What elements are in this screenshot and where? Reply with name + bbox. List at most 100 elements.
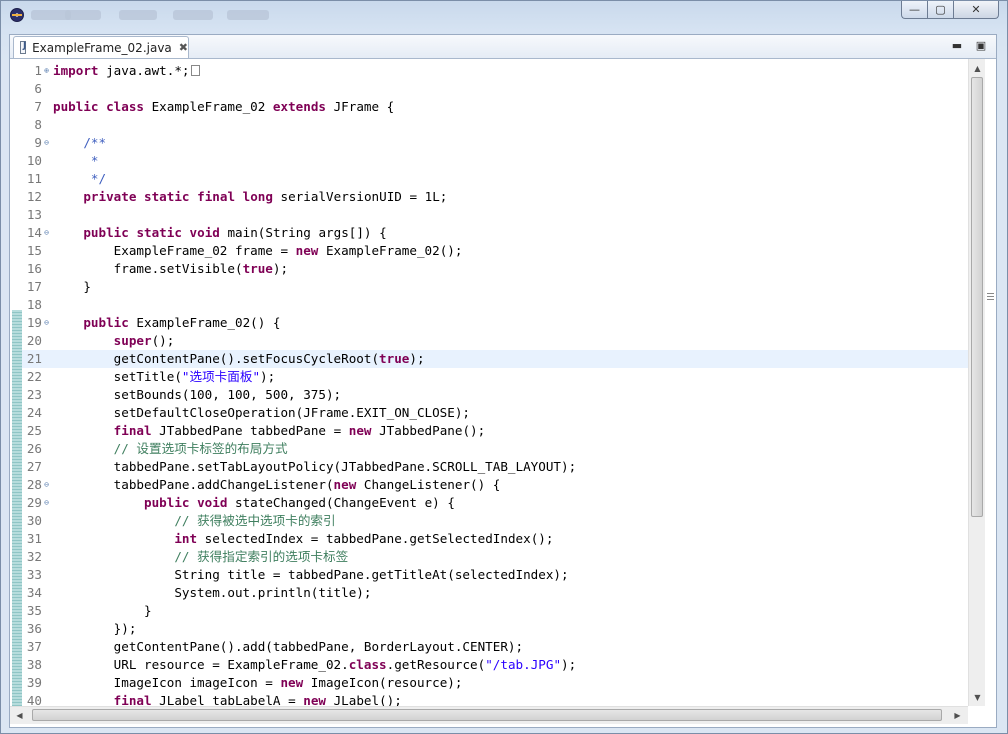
code-text: * — [90, 153, 99, 168]
code-line[interactable]: 31 int selectedIndex = tabbedPane.getSel… — [22, 530, 968, 548]
code-line[interactable]: 29 ⊖ public void stateChanged(ChangeEvent… — [22, 494, 968, 512]
scroll-up-icon[interactable]: ▲ — [970, 61, 985, 75]
current-code-line[interactable]: 21 getContentPane().setFocusCycleRoot(tr… — [22, 350, 968, 368]
code-text-area[interactable]: 1 ⊕ import java.awt.*; 6 7 public class Examp… — [10, 59, 968, 706]
code-line[interactable]: 25 final JTabbedPane tabbedPane = new JT… — [22, 422, 968, 440]
collapse-fold-icon[interactable]: ⊖ — [42, 138, 51, 147]
maximize-pane-icon[interactable]: ▣ — [974, 38, 988, 52]
code-line[interactable]: 36 }); — [22, 620, 968, 638]
line-number: 34 — [26, 585, 42, 600]
code-line[interactable]: 20 super(); — [22, 332, 968, 350]
code-line[interactable]: 10 * — [22, 152, 968, 170]
line-number: 23 — [26, 387, 42, 402]
line-number: 11 — [26, 171, 42, 186]
maximize-icon: ▢ — [935, 3, 946, 16]
vertical-scrollbar[interactable]: ▲ ▼ — [968, 59, 986, 706]
code-text: import java.awt.*; — [53, 62, 200, 80]
title-bar[interactable]: — ▢ ✕ — [1, 1, 1007, 27]
code-text: ImageIcon imageIcon = new ImageIcon(reso… — [53, 675, 463, 690]
java-file-icon — [20, 41, 26, 54]
window-controls: — ▢ ✕ — [901, 1, 999, 21]
collapse-fold-icon[interactable]: ⊖ — [42, 228, 51, 237]
code-text: */ — [90, 171, 107, 186]
scroll-left-icon[interactable]: ◀ — [12, 708, 27, 722]
code-text: int selectedIndex = tabbedPane.getSelect… — [174, 531, 554, 546]
overview-ruler[interactable] — [985, 59, 996, 706]
line-number: 9 — [34, 135, 42, 150]
line-number: 18 — [26, 297, 42, 312]
line-number: 31 — [26, 531, 42, 546]
eclipse-icon[interactable] — [10, 8, 24, 22]
code-line[interactable]: 33 String title = tabbedPane.getTitleAt(… — [22, 566, 968, 584]
code-line[interactable]: 23 setBounds(100, 100, 500, 375); — [22, 386, 968, 404]
code-line[interactable]: 35 } — [22, 602, 968, 620]
line-number: 32 — [26, 549, 42, 564]
editor-tab-bar: ExampleFrame_02.java ✖ ▬ ▣ — [10, 35, 996, 59]
code-line[interactable]: 11 */ — [22, 170, 968, 188]
code-text: setDefaultCloseOperation(JFrame.EXIT_ON_… — [53, 405, 471, 420]
code-line[interactable]: 7 public class ExampleFrame_02 extends JF… — [22, 98, 968, 116]
collapse-fold-icon[interactable]: ⊖ — [42, 318, 51, 327]
line-number: 40 — [26, 693, 42, 706]
code-line[interactable]: 28 ⊖ tabbedPane.addChangeListener(new Cha… — [22, 476, 968, 494]
code-line[interactable]: 1 ⊕ import java.awt.*; — [22, 62, 968, 80]
editor-tab[interactable]: ExampleFrame_02.java ✖ — [13, 36, 189, 58]
code-line[interactable]: 30 // 获得被选中选项卡的索引 — [22, 512, 968, 530]
code-line[interactable]: 22 setTitle("选项卡面板"); — [22, 368, 968, 386]
line-number: 21 — [26, 351, 42, 366]
code-line[interactable]: 9 ⊖ /** — [22, 134, 968, 152]
code-line[interactable]: 26 // 设置选项卡标签的布局方式 — [22, 440, 968, 458]
folded-region-icon[interactable] — [190, 65, 200, 76]
code-line[interactable]: 38 URL resource = ExampleFrame_02.class.… — [22, 656, 968, 674]
collapse-fold-icon[interactable]: ⊖ — [42, 498, 51, 507]
scroll-right-icon[interactable]: ▶ — [950, 708, 965, 722]
code-text: } — [53, 279, 91, 294]
code-line[interactable]: 12 private static final long serialVersi… — [22, 188, 968, 206]
collapse-fold-icon[interactable]: ⊖ — [42, 480, 51, 489]
window-minimize-button[interactable]: — — [901, 1, 927, 19]
tab-close-icon[interactable]: ✖ — [179, 41, 188, 54]
code-line[interactable]: 15 ExampleFrame_02 frame = new ExampleFr… — [22, 242, 968, 260]
code-text: // 设置选项卡标签的布局方式 — [113, 441, 288, 456]
scroll-down-icon[interactable]: ▼ — [970, 690, 985, 704]
line-number: 17 — [26, 279, 42, 294]
code-line[interactable]: 19 ⊖ public ExampleFrame_02() { — [22, 314, 968, 332]
code-line[interactable]: 18 — [22, 296, 968, 314]
line-number: 29 — [26, 495, 42, 510]
code-text: private static final long serialVersionU… — [83, 189, 448, 204]
code-line[interactable]: 24 setDefaultCloseOperation(JFrame.EXIT_… — [22, 404, 968, 422]
code-line[interactable]: 34 System.out.println(title); — [22, 584, 968, 602]
line-number: 38 — [26, 657, 42, 672]
close-icon: ✕ — [971, 3, 981, 16]
code-line[interactable]: 13 — [22, 206, 968, 224]
line-number: 22 — [26, 369, 42, 384]
window-maximize-button[interactable]: ▢ — [927, 1, 953, 19]
window-close-button[interactable]: ✕ — [953, 1, 999, 19]
line-number: 15 — [26, 243, 42, 258]
code-line[interactable]: 39 ImageIcon imageIcon = new ImageIcon(r… — [22, 674, 968, 692]
code-text: } — [53, 603, 152, 618]
code-line[interactable]: 6 — [22, 80, 968, 98]
code-text: super(); — [113, 333, 175, 348]
vertical-scroll-thumb[interactable] — [971, 77, 983, 517]
code-text: tabbedPane.setTabLayoutPolicy(JTabbedPan… — [53, 459, 577, 474]
line-number: 13 — [26, 207, 42, 222]
overview-marker — [987, 296, 994, 297]
code-text: public static void main(String args[]) { — [83, 225, 387, 240]
code-line[interactable]: 32 // 获得指定索引的选项卡标签 — [22, 548, 968, 566]
code-line[interactable]: 16 frame.setVisible(true); — [22, 260, 968, 278]
code-line[interactable]: 37 getContentPane().add(tabbedPane, Bord… — [22, 638, 968, 656]
horizontal-scrollbar[interactable]: ◀ ▶ — [10, 706, 968, 724]
code-text: final JLabel tabLabelA = new JLabel(); — [113, 693, 402, 706]
code-line[interactable]: 27 tabbedPane.setTabLayoutPolicy(JTabbed… — [22, 458, 968, 476]
horizontal-scroll-thumb[interactable] — [32, 709, 942, 721]
code-text: // 获得被选中选项卡的索引 — [174, 513, 336, 528]
code-text: frame.setVisible(true); — [53, 261, 289, 276]
code-line[interactable]: 17 } — [22, 278, 968, 296]
expand-fold-icon[interactable]: ⊕ — [42, 66, 51, 75]
code-text: public ExampleFrame_02() { — [83, 315, 281, 330]
code-line[interactable]: 40 final JLabel tabLabelA = new JLabel()… — [22, 692, 968, 706]
code-line[interactable]: 8 — [22, 116, 968, 134]
code-line[interactable]: 14 ⊖ public static void main(String args[… — [22, 224, 968, 242]
minimize-pane-icon[interactable]: ▬ — [950, 38, 964, 52]
